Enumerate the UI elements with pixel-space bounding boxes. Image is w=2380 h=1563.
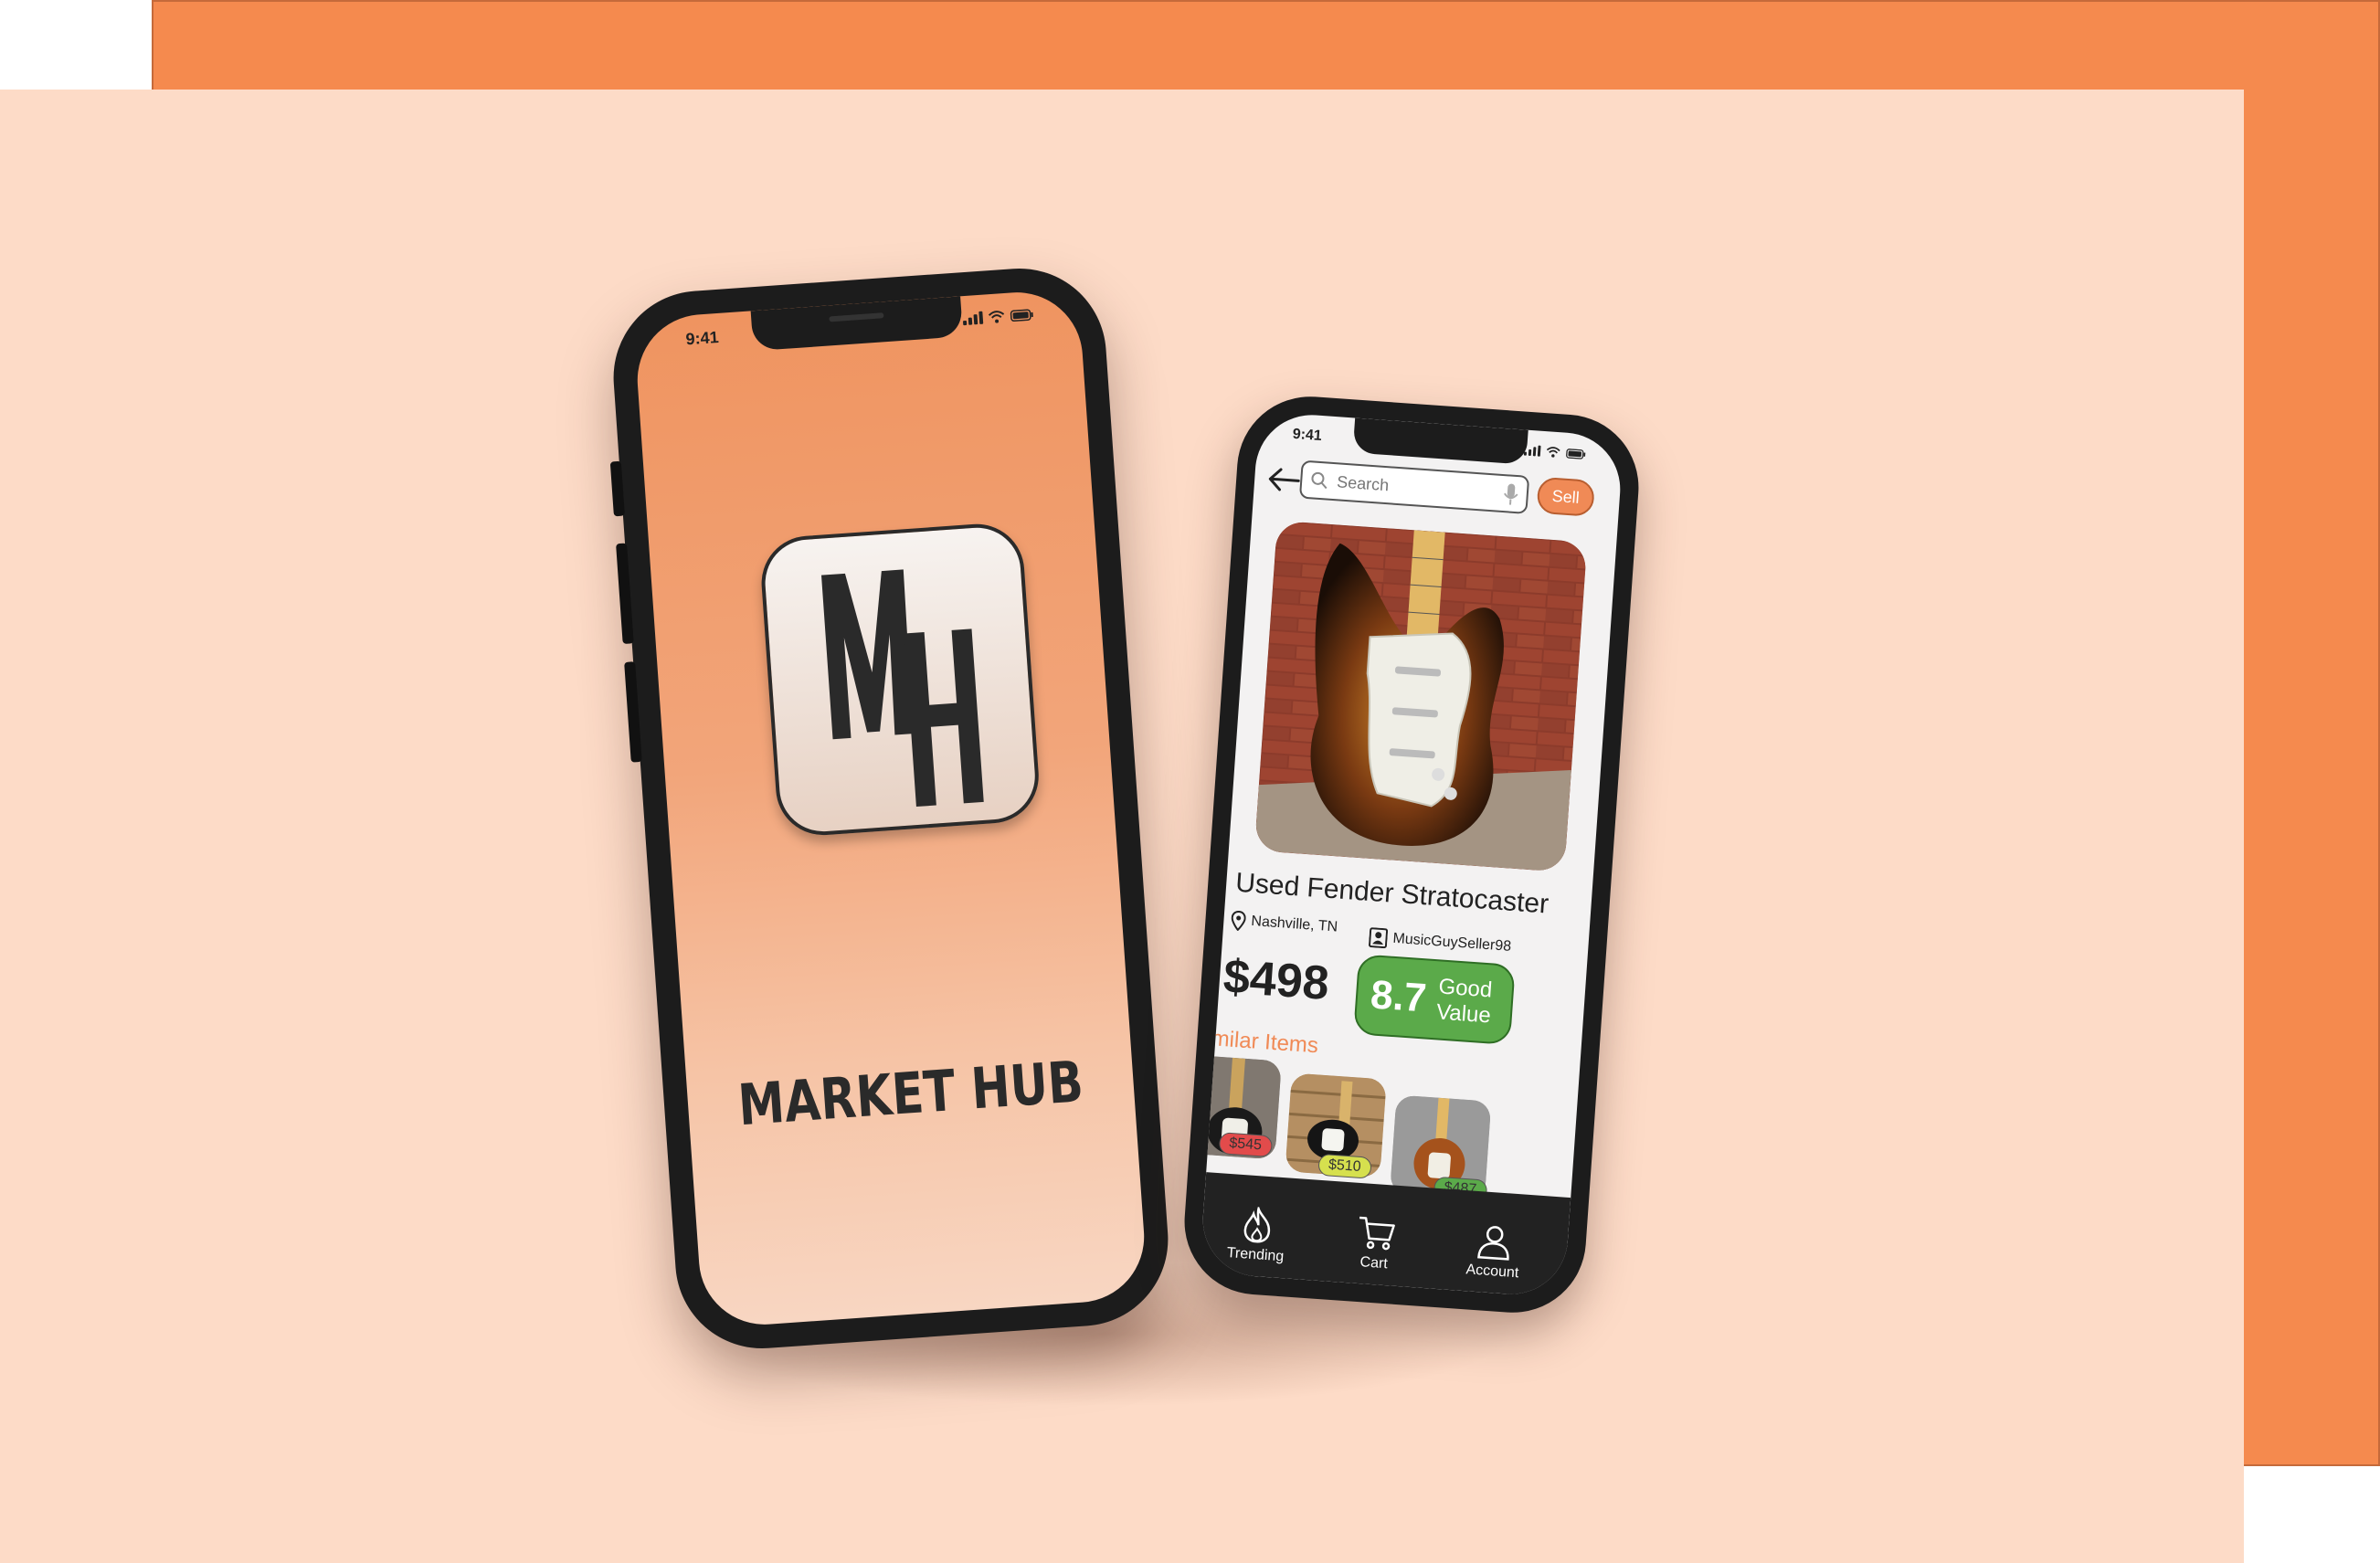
value-score: 8.7 xyxy=(1369,972,1428,1021)
app-name: MARKET HUB xyxy=(735,1048,1085,1139)
tab-label: Trending xyxy=(1226,1244,1285,1265)
tab-account[interactable]: Account xyxy=(1446,1220,1541,1283)
tab-cart[interactable]: Cart xyxy=(1328,1212,1423,1275)
battery-icon xyxy=(1010,309,1033,322)
wifi-icon xyxy=(1546,447,1560,458)
signal-icon xyxy=(962,311,984,326)
similar-item-price: $510 xyxy=(1317,1153,1372,1179)
splash-screen: 9:41 MH MARKET HUB xyxy=(632,288,1149,1329)
status-time: 9:41 xyxy=(684,327,720,349)
cart-icon xyxy=(1359,1216,1395,1251)
product-photo[interactable] xyxy=(1253,520,1588,872)
flame-icon xyxy=(1243,1206,1271,1243)
listing-location: Nashville, TN xyxy=(1231,910,1338,937)
mh-logo-icon xyxy=(821,569,984,808)
location-pin-icon xyxy=(1231,910,1246,932)
search-bar[interactable] xyxy=(1298,459,1530,514)
seller-profile-icon xyxy=(1369,927,1389,949)
tab-label: Account xyxy=(1465,1262,1519,1282)
sell-button[interactable]: Sell xyxy=(1536,476,1596,517)
listing-seller[interactable]: MusicGuySeller98 xyxy=(1369,927,1512,957)
search-icon xyxy=(1311,471,1328,490)
person-icon xyxy=(1477,1226,1509,1261)
listing-price: $498 xyxy=(1222,950,1331,1010)
location-text: Nashville, TN xyxy=(1250,913,1338,935)
wifi-icon xyxy=(988,311,1005,323)
splash-phone: 9:41 MH MARKET HUB xyxy=(608,262,1174,1355)
status-time: 9:41 xyxy=(1292,426,1323,445)
value-score-badge: 8.7 Good Value xyxy=(1353,954,1516,1046)
tab-label: Cart xyxy=(1359,1254,1389,1273)
status-icons xyxy=(962,308,1034,326)
value-label-line1: Good xyxy=(1437,974,1494,1003)
similar-item-price: $545 xyxy=(1218,1132,1273,1158)
back-arrow-icon[interactable] xyxy=(1264,465,1303,495)
guitar-photo-image xyxy=(1253,520,1588,872)
value-label: Good Value xyxy=(1435,974,1493,1029)
listing-phone: 9:41 Sell xyxy=(1179,391,1644,1318)
battery-icon xyxy=(1566,449,1586,459)
search-input[interactable] xyxy=(1334,471,1495,504)
microphone-icon[interactable] xyxy=(1502,481,1520,508)
app-icon[interactable]: MH xyxy=(758,521,1042,839)
listing-screen: 9:41 Sell xyxy=(1199,411,1624,1298)
tab-trending[interactable]: Trending xyxy=(1209,1204,1304,1267)
status-icons xyxy=(1523,445,1587,460)
listing-title: Used Fender Stratocaster xyxy=(1234,867,1550,920)
value-label-line2: Value xyxy=(1435,999,1492,1029)
similar-items-heading: imilar Items xyxy=(1205,1025,1319,1059)
seller-name: MusicGuySeller98 xyxy=(1391,930,1512,955)
